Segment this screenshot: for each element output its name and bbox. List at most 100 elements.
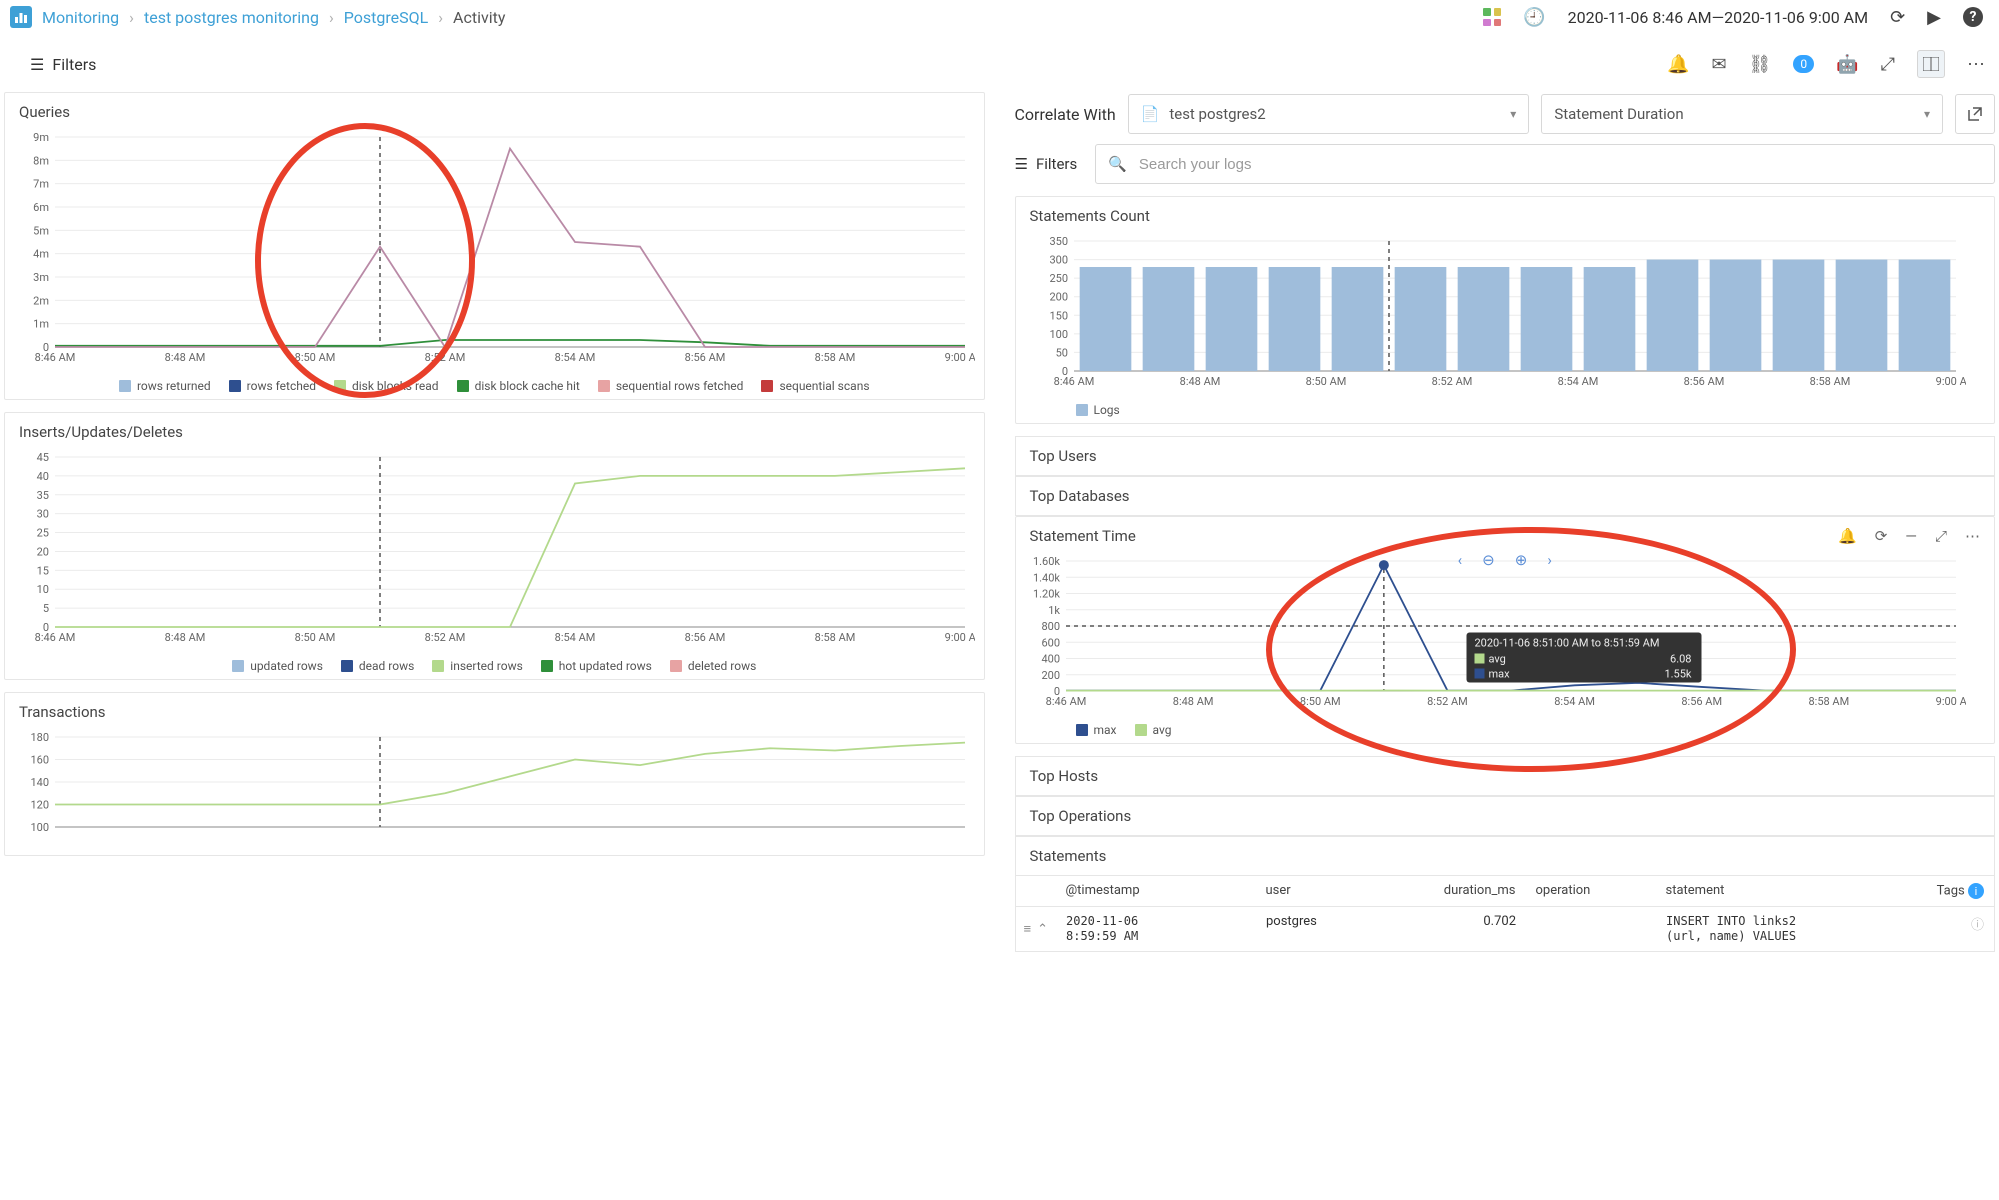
col-tags[interactable]: Tags i [1904,876,1994,906]
zoom-in-icon[interactable]: ⊕ [1515,551,1528,569]
svg-text:6m: 6m [33,201,49,214]
mail-icon[interactable]: ✉ [1711,54,1726,75]
more-icon[interactable]: ⋯ [1965,527,1980,545]
section-top-hosts[interactable]: Top Hosts [1015,756,1996,796]
chart-legend: Logs [1016,399,1995,423]
svg-text:250: 250 [1049,272,1068,285]
log-search-input[interactable] [1137,155,1982,174]
expand-icon[interactable]: ⤢ [1935,527,1947,545]
status-grid-icon[interactable] [1483,8,1501,26]
section-top-databases[interactable]: Top Databases [1015,476,1996,516]
chart-transactions[interactable]: 100120140160180 [15,729,975,849]
minimize-icon[interactable]: — [1905,527,1917,545]
chart-statements-count[interactable]: 0501001502002503003508:46 AM8:48 AM8:50 … [1026,233,1966,393]
alert-count-badge[interactable]: 0 [1793,55,1814,73]
play-icon[interactable]: ▶ [1927,7,1941,28]
legend-swatch [232,660,244,672]
legend-item[interactable]: inserted rows [432,659,523,673]
section-statements[interactable]: Statements [1015,836,1996,875]
legend-item[interactable]: max [1076,723,1117,737]
svg-text:8:46 AM: 8:46 AM [35,351,76,364]
legend-item[interactable]: rows returned [119,379,211,393]
log-filters-button[interactable]: ☰ Filters [1015,155,1078,173]
legend-item[interactable]: disk block cache hit [457,379,580,393]
legend-label: disk block cache hit [475,379,580,393]
svg-text:9:00 AM: 9:00 AM [945,631,975,644]
legend-item[interactable]: rows fetched [229,379,316,393]
expand-row-icon[interactable]: ⌃ [1037,922,1048,937]
svg-text:8:54 AM: 8:54 AM [555,631,596,644]
cell-operation [1526,907,1656,951]
svg-text:1.55k: 1.55k [1664,668,1691,681]
legend-swatch [341,660,353,672]
section-top-operations[interactable]: Top Operations [1015,796,1996,836]
chevron-right-icon: › [329,8,334,27]
zoom-out-icon[interactable]: ⊖ [1482,551,1495,569]
correlate-metric-select[interactable]: Statement Duration ▾ [1541,94,1943,134]
bell-icon[interactable]: 🔔 [1667,54,1689,75]
chart-queries[interactable]: 01m2m3m4m5m6m7m8m9m8:46 AM8:48 AM8:50 AM… [15,129,975,369]
clock-icon: 🕘 [1523,7,1545,28]
col-statement[interactable]: statement [1656,876,1905,906]
breadcrumb-postgresql[interactable]: PostgreSQL [344,8,428,27]
robot-icon[interactable]: 🤖 [1836,54,1858,75]
svg-text:9:00 AM: 9:00 AM [1935,695,1965,708]
legend-item[interactable]: sequential rows fetched [598,379,744,393]
panel-statement-time: Statement Time 🔔 ⟳ — ⤢ ⋯ ‹ ⊖ ⊕ › 0200400… [1015,516,1996,744]
drag-icon[interactable]: ≡ [1024,921,1032,937]
help-icon[interactable]: ? [1963,7,1983,27]
legend-label: rows fetched [247,379,316,393]
correlate-source-select[interactable]: 📄 test postgres2 ▾ [1128,94,1530,134]
svg-text:35: 35 [37,489,49,502]
svg-text:8:56 AM: 8:56 AM [1681,695,1722,708]
bell-icon[interactable]: 🔔 [1838,527,1857,545]
refresh-icon[interactable]: ⟳ [1890,7,1905,28]
legend-item[interactable]: dead rows [341,659,414,673]
svg-text:8:48 AM: 8:48 AM [165,351,206,364]
col-user[interactable]: user [1256,876,1406,906]
legend-item[interactable]: disk blocks read [334,379,439,393]
col-timestamp[interactable]: @timestamp [1056,876,1256,906]
svg-text:8:48 AM: 8:48 AM [165,631,206,644]
log-search[interactable]: 🔍 [1095,144,1995,184]
chevron-right-icon: › [438,8,443,27]
legend-item[interactable]: deleted rows [670,659,756,673]
col-duration[interactable]: duration_ms [1406,876,1526,906]
open-external-button[interactable] [1955,94,1995,134]
legend-item[interactable]: updated rows [232,659,323,673]
svg-text:100: 100 [1049,328,1068,341]
refresh-icon[interactable]: ⟳ [1875,527,1888,545]
legend-item[interactable]: avg [1135,723,1172,737]
svg-text:20: 20 [37,545,49,558]
info-icon[interactable]: i [1968,883,1984,899]
chart-iud[interactable]: 0510152025303540458:46 AM8:48 AM8:50 AM8… [15,449,975,649]
panel-statements-count: Statements Count 0501001502002503003508:… [1015,196,1996,424]
svg-text:3m: 3m [33,271,49,284]
legend-item[interactable]: Logs [1076,403,1120,417]
legend-swatch [119,380,131,392]
chevron-right-icon: › [129,8,134,27]
table-row[interactable]: ≡⌃ 2020-11-06 8:59:59 AM postgres 0.702 … [1016,907,1995,951]
col-operation[interactable]: operation [1526,876,1656,906]
broken-link-icon[interactable]: ⛓ [1749,54,1772,75]
more-icon[interactable]: ⋯ [1967,54,1985,75]
chart-statement-time[interactable]: 02004006008001k1.20k1.40k1.60k8:46 AM8:4… [1026,553,1966,713]
split-view-button[interactable] [1917,50,1945,78]
time-range[interactable]: 2020-11-06 8:46 AM—2020-11-06 9:00 AM [1568,8,1868,27]
app-icon [10,6,32,28]
svg-text:8:58 AM: 8:58 AM [815,351,856,364]
svg-text:30: 30 [37,508,49,521]
breadcrumb-dashboard[interactable]: test postgres monitoring [144,8,319,27]
section-top-users[interactable]: Top Users [1015,436,1996,476]
legend-swatch [334,380,346,392]
breadcrumb-monitoring[interactable]: Monitoring [42,8,119,27]
svg-text:8:56 AM: 8:56 AM [1683,375,1724,388]
legend-item[interactable]: hot updated rows [541,659,652,673]
expand-icon[interactable]: ⤢ [1881,54,1895,75]
legend-item[interactable]: sequential scans [761,379,869,393]
svg-text:10: 10 [37,583,49,596]
chevron-left-icon[interactable]: ‹ [1458,551,1463,569]
filters-button[interactable]: ☰ Filters [30,55,96,74]
svg-text:9m: 9m [33,131,49,144]
chevron-right-icon[interactable]: › [1547,551,1552,569]
